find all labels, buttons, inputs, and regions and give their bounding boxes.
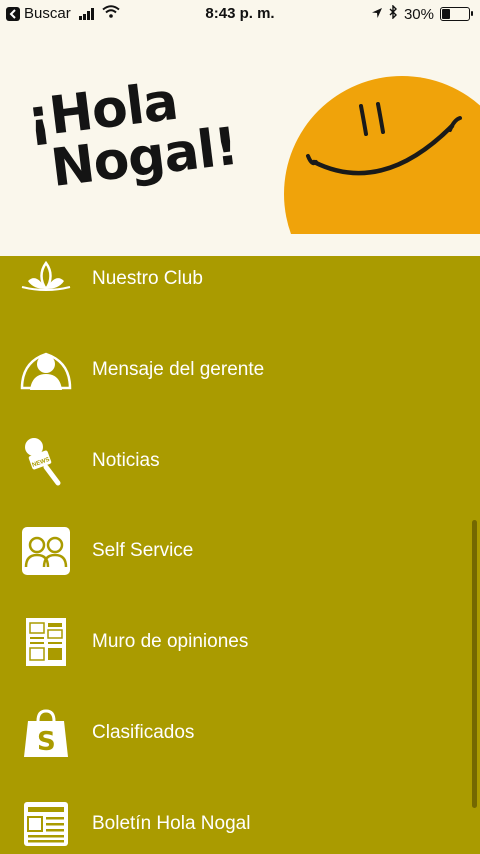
smiley-face-icon [284,76,480,234]
status-right: 30% [371,4,473,23]
newsletter-icon [18,796,74,852]
menu-item-boletin[interactable]: Boletín Hola Nogal [0,784,480,854]
people-icon [18,523,74,579]
menu-item-noticias[interactable]: NEWS Noticias [0,421,480,501]
menu-item-label: Mensaje del gerente [92,359,265,380]
location-arrow-icon [371,6,383,23]
menu-item-muro-opiniones[interactable]: Muro de opiniones [0,602,480,682]
side-menu: Nuestro Club Mensaje del gerente NEWS No… [0,256,480,854]
manager-icon [18,342,74,398]
battery-percent: 30% [403,5,434,23]
menu-item-label: Muro de opiniones [92,631,249,652]
menu-item-self-service[interactable]: Self Service [0,511,480,591]
greeting-title: ¡Hola Nogal! [24,69,241,199]
menu-item-mensaje-gerente[interactable]: Mensaje del gerente [0,330,480,410]
menu-item-label: Noticias [92,450,160,471]
menu-item-label: Self Service [92,540,194,561]
menu-item-clasificados[interactable]: S Clasificados [0,693,480,773]
bulletin-board-icon [18,614,74,670]
shopping-bag-icon: S [18,705,74,761]
menu-item-label: Boletín Hola Nogal [92,813,251,834]
svg-text:S: S [37,727,56,757]
header-banner: ¡Hola Nogal! [0,30,480,234]
bluetooth-icon [389,4,398,23]
menu-item-nuestro-club[interactable]: Nuestro Club [0,256,480,319]
battery-icon [440,7,473,21]
club-emblem-icon [18,256,74,307]
menu-scrollbar[interactable] [472,520,477,808]
status-bar: Buscar 8:43 p. m. 30% [0,0,480,30]
menu-item-label: Clasificados [92,722,195,743]
menu-item-label: Nuestro Club [92,268,203,289]
microphone-icon: NEWS [18,433,74,489]
